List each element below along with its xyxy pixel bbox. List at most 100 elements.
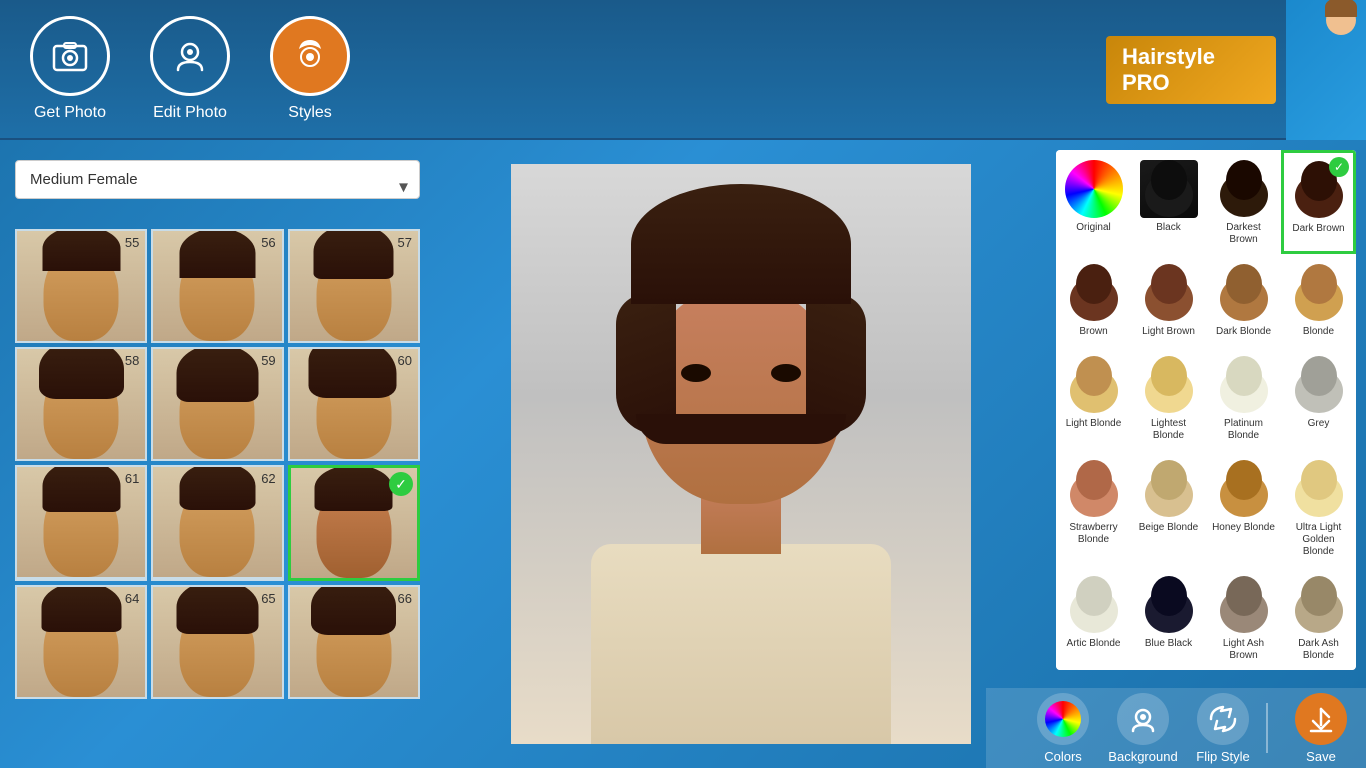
color-label-light-blonde: Light Blonde (1066, 418, 1122, 430)
style-number-55: 55 (125, 235, 139, 250)
get-photo-label: Get Photo (34, 104, 106, 122)
color-swatch-darkest-brown (1215, 160, 1273, 218)
color-swatch-beige-blonde (1140, 460, 1198, 518)
style-item-62[interactable]: 62 (151, 465, 283, 581)
bottom-colors-action[interactable]: Colors (1028, 693, 1098, 764)
selected-color-checkmark: ✓ (1329, 157, 1349, 177)
color-swatch-lightest-blonde (1140, 356, 1198, 414)
style-item-61[interactable]: 61 (15, 465, 147, 581)
style-item-57[interactable]: 57 (288, 229, 420, 343)
style-item-59[interactable]: 59 (151, 347, 283, 461)
color-cell-grey[interactable]: Grey (1281, 346, 1356, 450)
save-label: Save (1306, 749, 1336, 764)
style-number-60: 60 (398, 353, 412, 368)
bottom-flip-style-action[interactable]: Flip Style (1188, 693, 1258, 764)
style-item-65[interactable]: 65 (151, 585, 283, 699)
color-label-blue-black: Blue Black (1145, 638, 1192, 650)
right-panel-colors: Original Black Darkest Brown (1046, 140, 1366, 768)
color-label-lightest-blonde: Lightest Blonde (1137, 418, 1200, 442)
color-label-light-brown: Light Brown (1142, 326, 1195, 338)
style-number-65: 65 (261, 591, 275, 606)
style-item-55[interactable]: 55 (15, 229, 147, 343)
style-category-dropdown[interactable]: Medium Female Short Female Long Female S… (15, 160, 420, 199)
color-swatch-light-ash-brown (1215, 576, 1273, 634)
color-label-dark-ash-blonde: Dark Ash Blonde (1287, 638, 1350, 662)
color-cell-dark-blonde[interactable]: Dark Blonde (1206, 254, 1281, 346)
style-number-59: 59 (261, 353, 275, 368)
style-category-wrapper: Medium Female Short Female Long Female S… (15, 160, 420, 214)
color-cell-dark-ash-blonde[interactable]: Dark Ash Blonde (1281, 566, 1356, 670)
color-swatch-strawberry-blonde (1065, 460, 1123, 518)
style-number-56: 56 (261, 235, 275, 250)
color-label-brown: Brown (1079, 326, 1107, 338)
color-swatch-dark-ash-blonde (1290, 576, 1348, 634)
style-item-56[interactable]: 56 (151, 229, 283, 343)
color-swatch-blonde (1290, 264, 1348, 322)
colors-grid: Original Black Darkest Brown (1056, 150, 1356, 670)
color-cell-darkest-brown[interactable]: Darkest Brown (1206, 150, 1281, 254)
color-label-black: Black (1156, 222, 1180, 234)
styles-icon (270, 16, 350, 96)
color-cell-light-blonde[interactable]: Light Blonde (1056, 346, 1131, 450)
color-cell-black[interactable]: Black (1131, 150, 1206, 254)
colors-icon (1037, 693, 1089, 745)
color-label-light-ash-brown: Light Ash Brown (1212, 638, 1275, 662)
style-item-66[interactable]: 66 (288, 585, 420, 699)
style-item-63[interactable]: ✓ (288, 465, 420, 581)
edit-photo-label: Edit Photo (153, 104, 227, 122)
get-photo-icon (30, 16, 110, 96)
color-cell-blue-black[interactable]: Blue Black (1131, 566, 1206, 670)
background-icon (1117, 693, 1169, 745)
color-cell-brown[interactable]: Brown (1056, 254, 1131, 346)
color-swatch-grey (1290, 356, 1348, 414)
nav-edit-photo[interactable]: Edit Photo (150, 16, 230, 122)
color-cell-platinum-blonde[interactable]: Platinum Blonde (1206, 346, 1281, 450)
color-swatch-honey-blonde (1215, 460, 1273, 518)
app-title: Hairstyle PRO (1106, 36, 1276, 104)
color-cell-strawberry-blonde[interactable]: Strawberry Blonde (1056, 450, 1131, 566)
color-cell-light-brown[interactable]: Light Brown (1131, 254, 1206, 346)
color-cell-dark-brown[interactable]: ✓ Dark Brown (1281, 150, 1356, 254)
color-swatch-light-brown (1140, 264, 1198, 322)
edit-photo-icon (150, 16, 230, 96)
color-label-beige-blonde: Beige Blonde (1139, 522, 1199, 534)
color-cell-original[interactable]: Original (1056, 150, 1131, 254)
color-swatch-brown (1065, 264, 1123, 322)
color-swatch-blue-black (1140, 576, 1198, 634)
bottom-save-action[interactable]: Save (1286, 693, 1356, 764)
color-cell-artic-blonde[interactable]: Artic Blonde (1056, 566, 1131, 670)
nav-styles[interactable]: Styles (270, 16, 350, 122)
main-content: Medium Female Short Female Long Female S… (0, 140, 1366, 768)
bottom-bar-divider (1266, 703, 1268, 753)
color-cell-light-ash-brown[interactable]: Light Ash Brown (1206, 566, 1281, 670)
style-item-60[interactable]: 60 (288, 347, 420, 461)
color-label-honey-blonde: Honey Blonde (1212, 522, 1275, 534)
nav-get-photo[interactable]: Get Photo (30, 16, 110, 122)
color-label-platinum-blonde: Platinum Blonde (1212, 418, 1275, 442)
style-item-64[interactable]: 64 (15, 585, 147, 699)
color-cell-honey-blonde[interactable]: Honey Blonde (1206, 450, 1281, 566)
color-swatch-artic-blonde (1065, 576, 1123, 634)
flip-style-label: Flip Style (1196, 749, 1249, 764)
color-label-original: Original (1076, 222, 1110, 234)
color-label-blonde: Blonde (1303, 326, 1334, 338)
top-navigation: Get Photo Edit Photo Styles Hairstyle PR… (0, 0, 1366, 140)
style-number-58: 58 (125, 353, 139, 368)
logo-area: Hairstyle PRO (1106, 0, 1366, 140)
style-item-58[interactable]: 58 (15, 347, 147, 461)
color-swatch-ultra-light-golden-blonde (1290, 460, 1348, 518)
color-cell-beige-blonde[interactable]: Beige Blonde (1131, 450, 1206, 566)
color-swatch-original (1065, 160, 1123, 218)
color-swatch-black (1140, 160, 1198, 218)
color-cell-lightest-blonde[interactable]: Lightest Blonde (1131, 346, 1206, 450)
color-label-dark-blonde: Dark Blonde (1216, 326, 1271, 338)
color-swatch-light-blonde (1065, 356, 1123, 414)
flip-style-icon (1197, 693, 1249, 745)
style-number-57: 57 (398, 235, 412, 250)
style-number-64: 64 (125, 591, 139, 606)
color-cell-ultra-light-golden-blonde[interactable]: Ultra Light Golden Blonde (1281, 450, 1356, 566)
color-cell-blonde[interactable]: Blonde (1281, 254, 1356, 346)
style-number-62: 62 (261, 471, 275, 486)
background-label: Background (1108, 749, 1177, 764)
bottom-background-action[interactable]: Background (1108, 693, 1178, 764)
